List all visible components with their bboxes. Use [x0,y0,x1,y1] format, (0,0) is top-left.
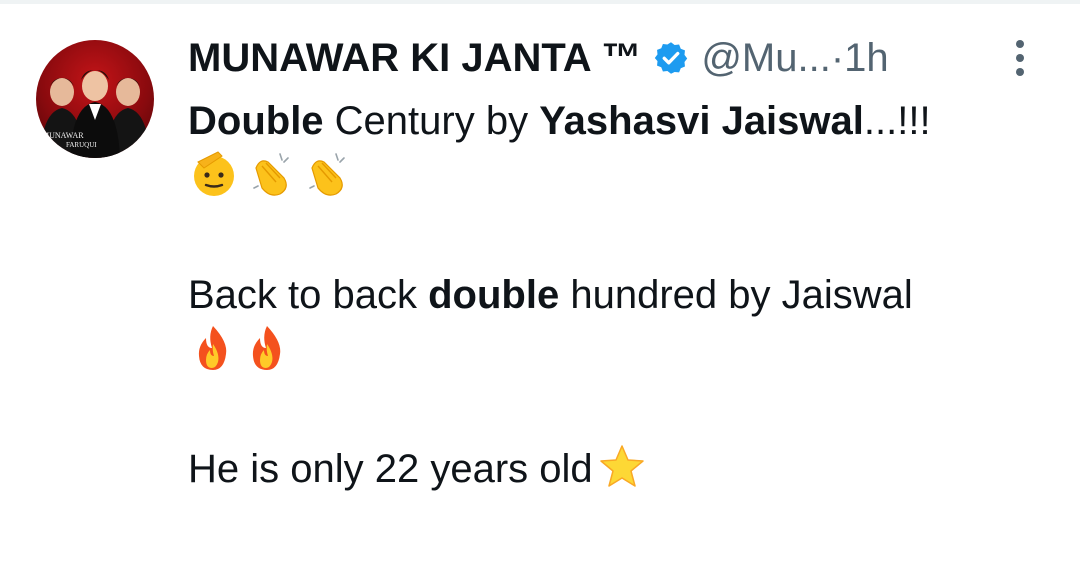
tweet-line-2: Back to back double hundred by Jaiswal [188,266,1048,324]
text-back-to-back: Back to back [188,273,429,317]
avatar[interactable]: MUNAWAR FARUQUI [36,40,154,158]
text-hundred-by-jaiswal: hundred by Jaiswal [559,273,913,317]
tweet-line-1: Double Century by Yashasvi Jaiswal...!!! [188,92,1048,150]
avatar-text-bottom: FARUQUI [66,141,97,149]
display-name[interactable]: MUNAWAR KI JANTA ™ [188,36,641,81]
star-icon [599,444,645,504]
clapping-hands-icon [244,148,296,216]
emoji-row-2 [188,324,1048,388]
text-century-by: Century by [323,99,540,143]
clapping-hands-icon [300,148,352,216]
fire-icon [188,322,238,390]
text-double-2: double [428,273,560,317]
tweet-header: MUNAWAR KI JANTA ™ @Mu... · 1h [188,28,889,88]
text-he-is-only-22: He is only 22 years old [188,447,593,491]
verified-badge-icon [653,40,689,76]
emoji-row-1 [188,150,1048,214]
tweet-text: Double Century by Yashasvi Jaiswal...!!! [188,92,1048,498]
avatar-text-top: MUNAWAR [42,131,84,140]
text-yashasvi-jaiswal: Yashasvi Jaiswal [539,99,864,143]
more-options-icon[interactable] [1012,40,1028,80]
top-divider [0,0,1080,4]
text-exclaim: ...!!! [863,99,931,143]
saluting-face-icon [188,148,240,216]
handle[interactable]: @Mu... [701,36,831,81]
text-double: Double [188,99,324,143]
timestamp[interactable]: 1h [844,36,889,81]
tweet-line-3: He is only 22 years old [188,440,1048,498]
meta-separator: · [830,35,845,80]
fire-icon [242,322,292,390]
